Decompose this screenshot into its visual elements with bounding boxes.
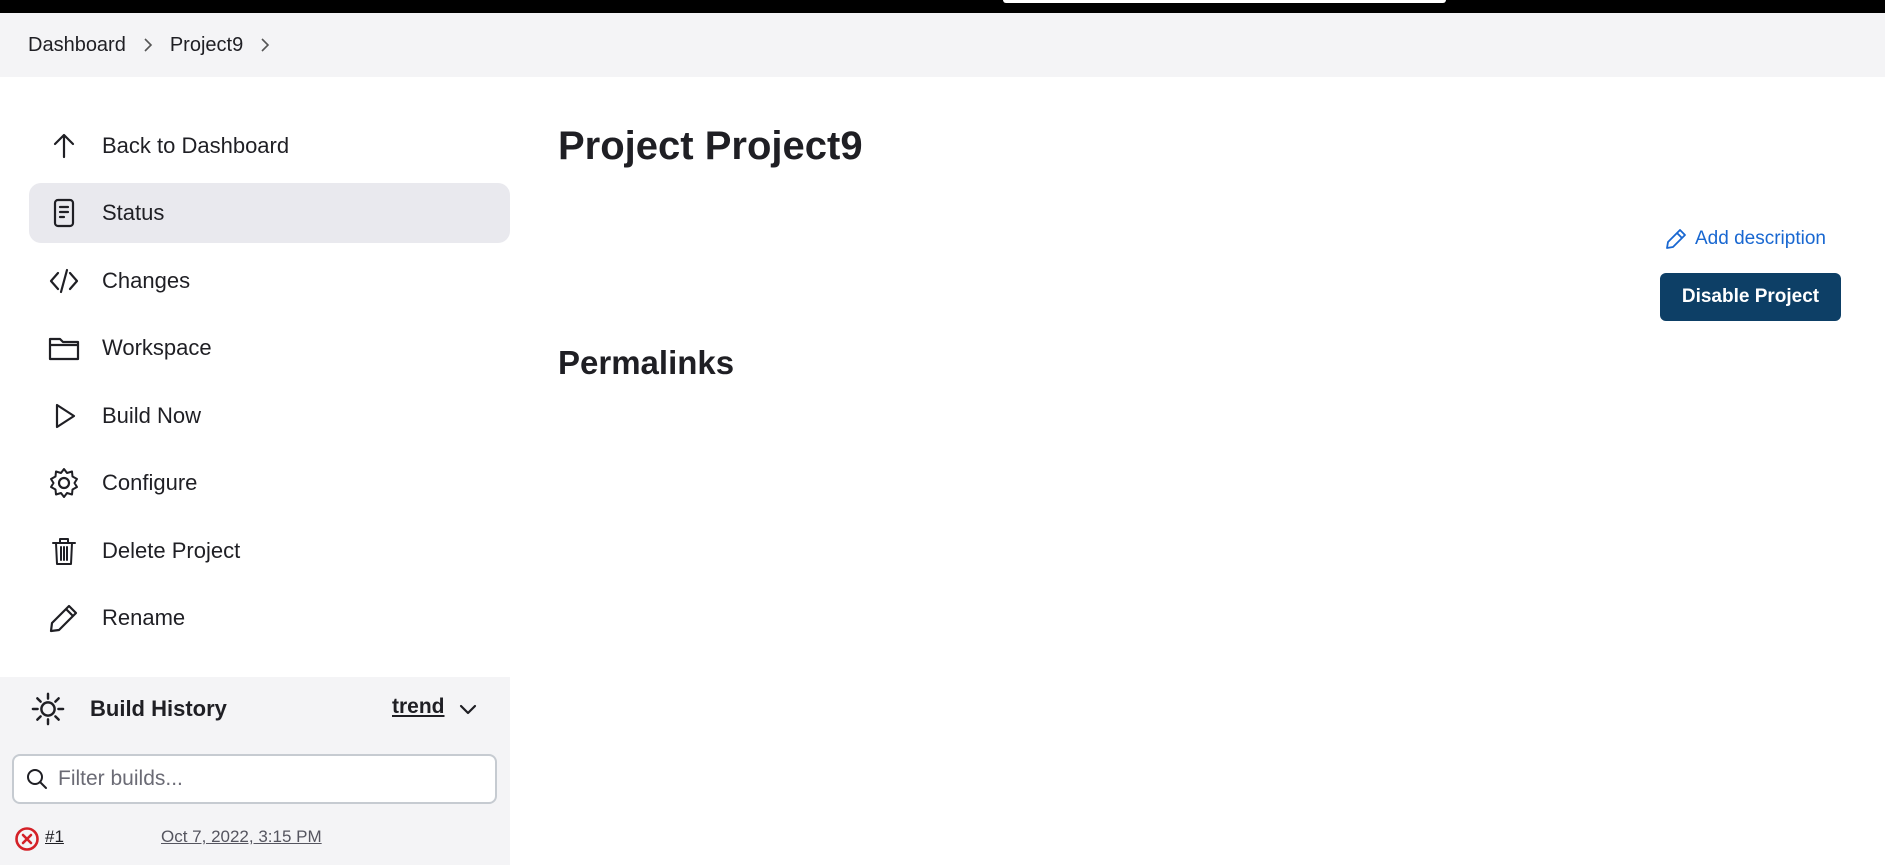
- filter-builds-input[interactable]: [58, 767, 478, 791]
- build-history-header: Build History trend: [0, 677, 510, 741]
- build-filter-area: [0, 741, 510, 815]
- build-failed-icon: [15, 827, 39, 851]
- add-description-label: Add description: [1695, 228, 1826, 249]
- permalinks-title: Permalinks: [558, 344, 735, 381]
- breadcrumb: Dashboard Project9: [0, 13, 1885, 77]
- chevron-right-icon[interactable]: [126, 35, 170, 55]
- sidebar-item-label: Delete Project: [102, 538, 241, 563]
- sidebar-item-label: Workspace: [102, 335, 212, 360]
- breadcrumb-project9[interactable]: Project9: [170, 34, 243, 57]
- sidebar-item-build-now[interactable]: Build Now: [29, 386, 510, 446]
- sidebar-item-rename[interactable]: Rename: [29, 588, 510, 648]
- sidebar-item-delete-project[interactable]: Delete Project: [29, 521, 510, 581]
- code-icon: [46, 263, 82, 299]
- folder-icon: [46, 330, 82, 366]
- build-date-link[interactable]: Oct 7, 2022, 3:15 PM: [161, 827, 322, 847]
- filter-builds-box: [12, 754, 497, 804]
- sidebar-item-back-to-dashboard[interactable]: Back to Dashboard: [29, 116, 510, 176]
- page-title: Project Project9: [558, 124, 863, 168]
- search-icon: [27, 769, 47, 789]
- trash-icon: [46, 533, 82, 569]
- sidebar-item-label: Build Now: [102, 403, 202, 428]
- sidebar-item-configure[interactable]: Configure: [29, 453, 510, 513]
- sidebar-item-status[interactable]: Status: [29, 183, 510, 243]
- sidebar-item-label: Rename: [102, 605, 186, 630]
- build-number-link[interactable]: #1: [45, 827, 64, 847]
- chevron-right-icon[interactable]: [243, 35, 287, 55]
- gear-icon: [46, 465, 82, 501]
- pencil-icon: [1666, 229, 1686, 249]
- header-search-edge[interactable]: [1003, 0, 1446, 3]
- document-icon: [46, 195, 82, 231]
- disable-project-button[interactable]: Disable Project: [1660, 273, 1841, 321]
- add-description-link[interactable]: Add description: [1665, 228, 1826, 250]
- arrow-up-icon: [46, 128, 82, 164]
- sidebar-item-changes[interactable]: Changes: [29, 251, 510, 311]
- trend-link[interactable]: trend: [392, 695, 445, 719]
- chevron-down-icon[interactable]: [456, 697, 480, 721]
- pencil-icon: [46, 600, 82, 636]
- sidebar-item-label: Status: [102, 200, 165, 225]
- sidebar-item-label: Changes: [102, 268, 191, 293]
- top-header-bar: [0, 0, 1885, 13]
- weather-sunny-icon: [30, 691, 66, 727]
- play-icon: [46, 398, 82, 434]
- sidebar-item-label: Back to Dashboard: [102, 133, 290, 158]
- build-history-title: Build History: [90, 696, 227, 721]
- sidebar-item-label: Configure: [102, 470, 198, 495]
- breadcrumb-dashboard[interactable]: Dashboard: [28, 34, 126, 57]
- sidebar-item-workspace[interactable]: Workspace: [29, 318, 510, 378]
- build-history-row: #1 Oct 7, 2022, 3:15 PM: [0, 815, 510, 865]
